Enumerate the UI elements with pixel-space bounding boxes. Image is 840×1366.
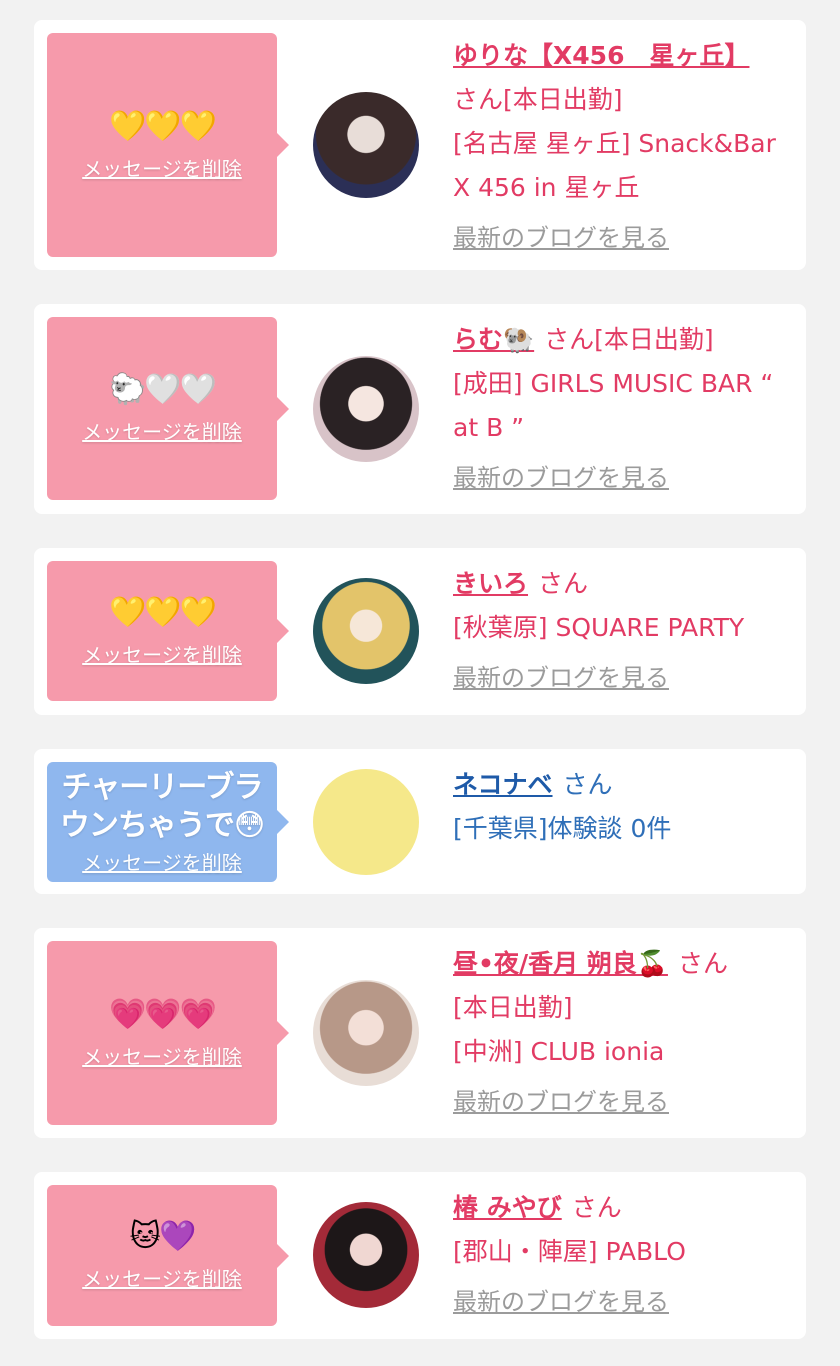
latest-blog-link[interactable]: 最新のブログを見る xyxy=(453,1282,796,1322)
profile-name-link[interactable]: きいろ xyxy=(453,569,528,598)
bubble-message: チャーリーブラウンちゃうで😳 xyxy=(59,769,265,843)
message-card: 💗💗💗 メッセージを削除 昼•夜/香月 朔良🍒 さん [本日出勤] [中洲] CL… xyxy=(34,928,806,1138)
profile-info: らむ🐏 さん[本日出勤] [成田] GIRLS MUSIC BAR “ at B … xyxy=(453,318,796,498)
shop-label: [郡山・陣屋] PABLO xyxy=(453,1237,686,1266)
avatar[interactable] xyxy=(313,92,419,198)
profile-info: きいろ さん [秋葉原] SQUARE PARTY 最新のブログを見る xyxy=(453,562,796,698)
delete-message-link[interactable]: メッセージを削除 xyxy=(82,847,242,876)
message-bubble: 💗💗💗 メッセージを削除 xyxy=(47,941,289,1125)
shop-label: [中洲] CLUB ionia xyxy=(453,1037,665,1066)
shop-label: [成田] GIRLS MUSIC BAR “ at B ” xyxy=(453,369,774,442)
status-label: [本日出勤] xyxy=(453,993,573,1022)
bubble-emoji: 🐑🤍🤍 xyxy=(108,372,217,407)
profile-info: ゆりな【X456 星ヶ丘】 さん[本日出勤] [名古屋 星ヶ丘] Snack&B… xyxy=(453,34,796,258)
honorific: さん xyxy=(544,325,595,354)
profile-name-link[interactable]: ネコナベ xyxy=(453,770,553,799)
delete-message-link[interactable]: メッセージを削除 xyxy=(82,1263,242,1292)
message-bubble: チャーリーブラウンちゃうで😳 メッセージを削除 xyxy=(47,762,289,882)
avatar[interactable] xyxy=(313,980,419,1086)
message-bubble: 🐑🤍🤍 メッセージを削除 xyxy=(47,317,289,500)
shop-label: [名古屋 星ヶ丘] Snack&Bar X 456 in 星ヶ丘 xyxy=(453,129,776,202)
profile-name-link[interactable]: 椿 みやび xyxy=(453,1193,562,1222)
delete-message-link[interactable]: メッセージを削除 xyxy=(82,153,242,182)
message-bubble: 🐱💜 メッセージを削除 xyxy=(47,1185,289,1326)
status-label: [本日出勤] xyxy=(503,85,623,114)
profile-name-link[interactable]: ゆりな【X456 星ヶ丘】 xyxy=(453,41,749,70)
delete-message-link[interactable]: メッセージを削除 xyxy=(82,416,242,445)
honorific: さん xyxy=(571,1193,622,1222)
bubble-emoji: 🐱💜 xyxy=(129,1219,197,1254)
profile-name-link[interactable]: らむ🐏 xyxy=(453,325,534,354)
message-card: 💛💛💛 メッセージを削除 ゆりな【X456 星ヶ丘】 さん[本日出勤] [名古屋… xyxy=(34,20,806,270)
avatar[interactable] xyxy=(313,1202,419,1308)
honorific: さん xyxy=(677,949,728,978)
avatar[interactable] xyxy=(313,356,419,462)
message-card: 🐱💜 メッセージを削除 椿 みやび さん [郡山・陣屋] PABLO 最新のブログ… xyxy=(34,1172,806,1339)
profile-info: ネコナベ さん [千葉県]体験談 0件 xyxy=(453,763,796,851)
bubble-emoji: 💗💗💗 xyxy=(108,996,217,1032)
honorific: さん xyxy=(538,569,589,598)
latest-blog-link[interactable]: 最新のブログを見る xyxy=(453,458,796,498)
status-label: [本日出勤] xyxy=(594,325,714,354)
message-card: 🐑🤍🤍 メッセージを削除 らむ🐏 さん[本日出勤] [成田] GIRLS MUSI… xyxy=(34,304,806,514)
delete-message-link[interactable]: メッセージを削除 xyxy=(82,1041,242,1070)
profile-name-link[interactable]: 昼•夜/香月 朔良🍒 xyxy=(453,949,668,978)
honorific: さん xyxy=(453,85,504,114)
latest-blog-link[interactable]: 最新のブログを見る xyxy=(453,658,796,698)
latest-blog-link[interactable]: 最新のブログを見る xyxy=(453,218,796,258)
shop-label: [千葉県]体験談 0件 xyxy=(453,814,672,843)
profile-info: 椿 みやび さん [郡山・陣屋] PABLO 最新のブログを見る xyxy=(453,1186,796,1322)
message-card: チャーリーブラウンちゃうで😳 メッセージを削除 ネコナベ さん [千葉県]体験談 … xyxy=(34,749,806,894)
message-bubble: 💛💛💛 メッセージを削除 xyxy=(47,561,289,701)
message-bubble: 💛💛💛 メッセージを削除 xyxy=(47,33,289,257)
latest-blog-link[interactable]: 最新のブログを見る xyxy=(453,1082,796,1122)
message-card: 💛💛💛 メッセージを削除 きいろ さん [秋葉原] SQUARE PARTY 最新… xyxy=(34,548,806,715)
bubble-emoji: 💛💛💛 xyxy=(108,594,217,630)
avatar[interactable] xyxy=(313,769,419,875)
delete-message-link[interactable]: メッセージを削除 xyxy=(82,639,242,668)
bubble-emoji: 💛💛💛 xyxy=(108,108,217,144)
profile-info: 昼•夜/香月 朔良🍒 さん [本日出勤] [中洲] CLUB ionia 最新のブ… xyxy=(453,942,796,1122)
honorific: さん xyxy=(562,770,613,799)
shop-label: [秋葉原] SQUARE PARTY xyxy=(453,613,745,642)
avatar[interactable] xyxy=(313,578,419,684)
